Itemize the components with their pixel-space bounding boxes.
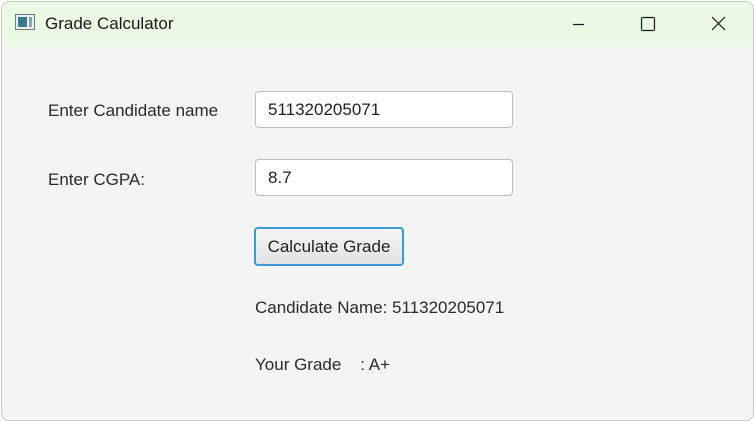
candidate-name-input[interactable]	[255, 91, 513, 128]
grade-result: Your Grade : A+	[255, 355, 390, 374]
candidate-name-result: Candidate Name: 511320205071	[255, 298, 505, 317]
cgpa-label: Enter CGPA:	[48, 170, 145, 189]
minimize-button[interactable]	[543, 2, 613, 46]
app-window-icon	[15, 14, 35, 30]
close-button[interactable]	[683, 2, 753, 46]
cgpa-input[interactable]	[255, 159, 513, 196]
maximize-button[interactable]	[613, 2, 683, 46]
title-bar[interactable]: Grade Calculator	[2, 2, 753, 46]
close-icon	[711, 16, 726, 31]
calculate-grade-button[interactable]: Calculate Grade	[254, 227, 404, 266]
candidate-name-label: Enter Candidate name	[48, 101, 219, 120]
minimize-icon	[573, 23, 584, 26]
maximize-icon	[640, 16, 656, 32]
window-title: Grade Calculator	[45, 14, 174, 33]
app-window: Grade Calculator Enter Candidate name En…	[1, 1, 754, 421]
